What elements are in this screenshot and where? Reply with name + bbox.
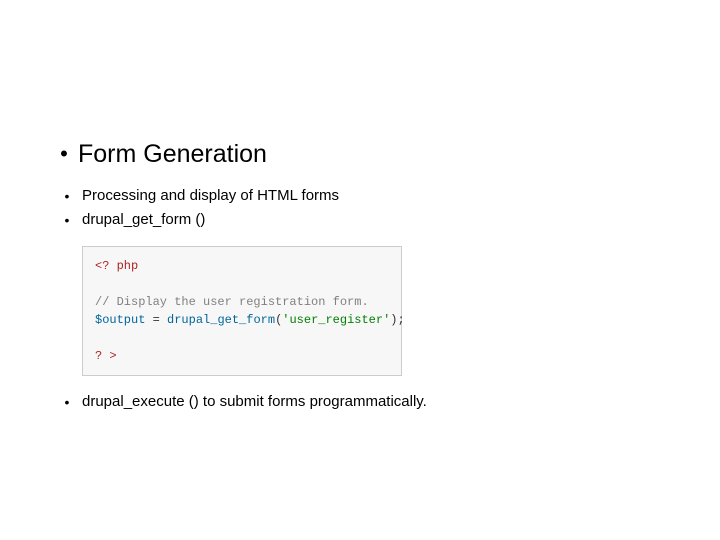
sub-text-3: drupal_execute () to submit forms progra…	[82, 392, 427, 412]
code-eq: =	[145, 313, 167, 327]
bullet-dot-icon: •	[52, 392, 82, 412]
bullet-dot-icon: •	[52, 210, 82, 230]
sub-bullet-3: • drupal_execute () to submit forms prog…	[50, 392, 670, 412]
code-arg: 'user_register'	[282, 313, 390, 327]
sub-bullet-2: • drupal_get_form ()	[50, 210, 670, 230]
code-open-tag: <? php	[95, 259, 138, 273]
code-paren-close: );	[390, 313, 404, 327]
sub-bullet-1: • Processing and display of HTML forms	[50, 186, 670, 206]
sub-text-2: drupal_get_form ()	[82, 210, 205, 230]
code-close-tag: ? >	[95, 349, 117, 363]
code-func: drupal_get_form	[167, 313, 275, 327]
code-var: $output	[95, 313, 145, 327]
main-bullet: • Form Generation	[50, 140, 670, 168]
code-snippet: <? php // Display the user registration …	[82, 246, 402, 376]
sub-text-1: Processing and display of HTML forms	[82, 186, 339, 206]
main-heading: Form Generation	[78, 140, 267, 168]
bullet-dot-icon: •	[50, 140, 78, 168]
code-comment: // Display the user registration form.	[95, 295, 369, 309]
bullet-dot-icon: •	[52, 186, 82, 206]
